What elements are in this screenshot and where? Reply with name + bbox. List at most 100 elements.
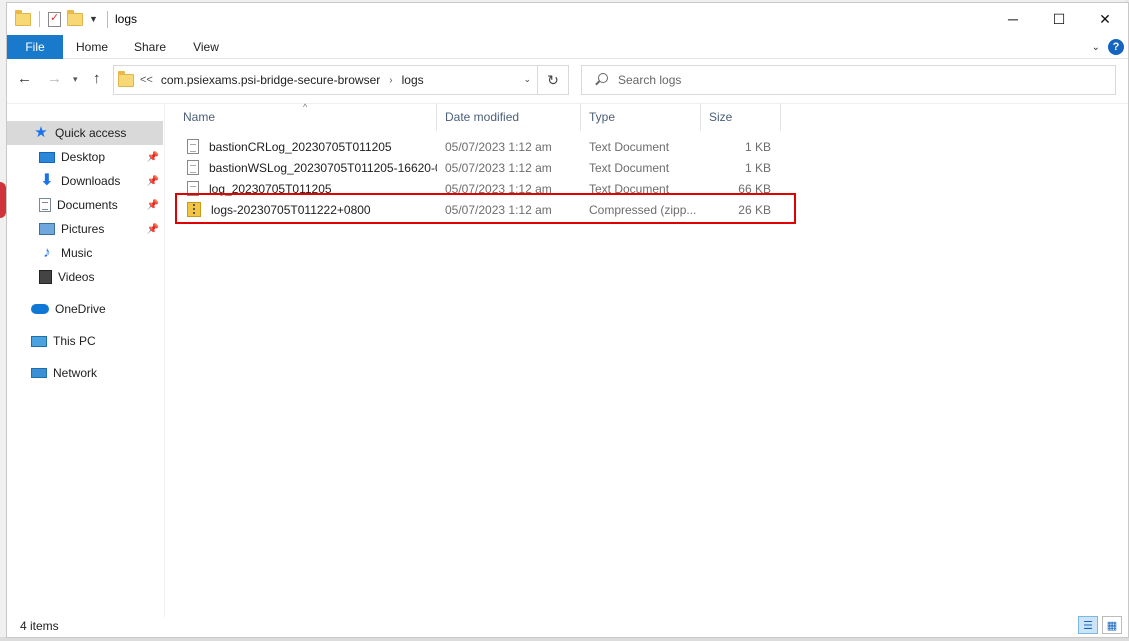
tab-file[interactable]: File — [7, 35, 63, 59]
pin-icon[interactable]: 📌 — [147, 224, 159, 235]
file-list: ^ Name Date modified Type Size bastionCR… — [175, 102, 1125, 613]
pin-icon[interactable]: 📌 — [147, 200, 159, 211]
sidebar-item-desktop[interactable]: Desktop 📌 — [7, 145, 163, 169]
sidebar-item-label: Desktop — [61, 150, 106, 164]
sidebar-item-label: Pictures — [61, 222, 105, 236]
item-count: 4 items — [20, 619, 59, 633]
file-date: 05/07/2023 1:12 am — [445, 160, 552, 175]
folder-icon — [15, 9, 31, 26]
properties-icon[interactable] — [48, 11, 61, 27]
sidebar-item-documents[interactable]: Documents 📌 — [7, 193, 163, 217]
file-name-cell: bastionWSLog_20230705T011205-16620-0 — [175, 160, 437, 175]
network-icon — [31, 368, 47, 378]
file-row[interactable]: bastionCRLog_20230705T011205 05/07/2023 … — [175, 136, 781, 157]
navigation-pane: ★ Quick access Desktop 📌 ⬇ Downloads 📌 D… — [7, 109, 165, 609]
pane-splitter[interactable] — [164, 103, 165, 617]
tab-share[interactable]: Share — [121, 35, 179, 59]
annotation-highlight-box — [175, 193, 796, 224]
address-bar[interactable]: << com.psiexams.psi-bridge-secure-browse… — [113, 65, 538, 95]
music-icon: ♪ — [43, 244, 51, 261]
new-folder-icon[interactable] — [67, 9, 83, 26]
file-date: 05/07/2023 1:12 am — [445, 139, 552, 154]
column-header-label: Name — [183, 110, 216, 124]
breadcrumb-chevron-icon[interactable]: › — [389, 75, 392, 86]
onedrive-icon — [31, 304, 49, 314]
refresh-button[interactable]: ↻ — [538, 65, 569, 95]
recent-locations-icon[interactable]: ▾ — [73, 74, 78, 85]
file-size: 1 KB — [744, 139, 771, 154]
pin-icon[interactable]: 📌 — [147, 152, 159, 163]
large-icons-view-icon[interactable]: ▦ — [1102, 616, 1122, 634]
star-icon: ★ — [34, 124, 48, 141]
file-type: Text Document — [589, 139, 670, 154]
ribbon-right-controls: ⌄ ? — [1092, 39, 1124, 55]
close-button[interactable]: ✕ — [1082, 3, 1128, 35]
sidebar-item-quick-access[interactable]: ★ Quick access — [7, 121, 163, 145]
navigation-bar: ← → ▾ ↑ << com.psiexams.psi-bridge-secur… — [7, 63, 1128, 97]
column-header-type[interactable]: Type — [581, 103, 701, 131]
file-explorer-window: ▼ logs ─ ☐ ✕ File Home Share View ⌄ ? ← … — [6, 2, 1129, 638]
sidebar-item-network[interactable]: Network — [7, 361, 163, 385]
toolbar-separator — [39, 11, 40, 27]
search-icon — [594, 73, 608, 87]
breadcrumb-item[interactable]: com.psiexams.psi-bridge-secure-browser — [161, 73, 380, 87]
tab-view[interactable]: View — [179, 35, 233, 59]
documents-icon — [39, 198, 51, 212]
breadcrumb-item[interactable]: logs — [402, 73, 424, 87]
downloads-icon: ⬇ — [40, 172, 54, 189]
pictures-icon — [39, 223, 55, 235]
ribbon-tabs: File Home Share View ⌄ ? — [7, 35, 1128, 59]
sidebar-item-label: Videos — [58, 270, 95, 284]
window-controls: ─ ☐ ✕ — [990, 3, 1128, 35]
help-icon[interactable]: ? — [1108, 39, 1124, 55]
sidebar-item-onedrive[interactable]: OneDrive — [7, 297, 163, 321]
customize-toolbar-dropdown-icon[interactable]: ▼ — [89, 14, 98, 24]
view-switcher: ☰ ▦ — [1078, 616, 1122, 634]
address-history-dropdown-icon[interactable]: ⌄ — [523, 74, 531, 85]
file-size: 1 KB — [744, 160, 771, 175]
sidebar-item-label: Downloads — [61, 174, 121, 188]
back-arrow-icon[interactable]: ← — [17, 70, 32, 87]
sidebar-item-label: Quick access — [55, 126, 127, 140]
column-header-size[interactable]: Size — [701, 103, 781, 131]
file-type: Text Document — [589, 160, 670, 175]
file-name: bastionWSLog_20230705T011205-16620-0 — [209, 160, 437, 175]
column-header-name[interactable]: ^ Name — [175, 102, 437, 131]
address-overflow[interactable]: << — [140, 74, 153, 86]
status-bar: 4 items ☰ ▦ — [7, 615, 1128, 637]
sidebar-item-pictures[interactable]: Pictures 📌 — [7, 217, 163, 241]
up-arrow-icon[interactable]: ↑ — [93, 70, 101, 87]
details-view-icon[interactable]: ☰ — [1078, 616, 1098, 634]
sidebar-item-label: Network — [53, 366, 98, 380]
text-file-icon — [187, 160, 199, 175]
minimize-button[interactable]: ─ — [990, 3, 1036, 35]
address-folder-icon — [118, 70, 134, 87]
expand-ribbon-icon[interactable]: ⌄ — [1092, 42, 1100, 53]
pin-icon[interactable]: 📌 — [147, 176, 159, 187]
sidebar-item-this-pc[interactable]: This PC — [7, 329, 163, 353]
file-name: bastionCRLog_20230705T011205 — [209, 139, 392, 154]
column-header-date-modified[interactable]: Date modified — [437, 103, 581, 131]
sidebar-item-label: Documents — [57, 198, 118, 212]
tab-home[interactable]: Home — [63, 35, 121, 59]
window-title: logs — [115, 12, 138, 26]
text-file-icon — [187, 139, 199, 154]
desktop-icon — [39, 151, 55, 163]
file-row[interactable]: bastionWSLog_20230705T011205-16620-0 05/… — [175, 157, 781, 178]
sidebar-item-label: This PC — [53, 334, 96, 348]
title-bar: ▼ logs ─ ☐ ✕ — [7, 3, 1128, 35]
this-pc-icon — [31, 335, 47, 347]
file-name-cell: bastionCRLog_20230705T011205 — [175, 139, 437, 154]
sidebar-item-label: Music — [61, 246, 93, 260]
sort-ascending-icon: ^ — [303, 102, 308, 112]
sidebar-item-label: OneDrive — [55, 302, 106, 316]
quick-access-toolbar: ▼ — [15, 9, 98, 27]
search-input[interactable]: Search logs — [581, 65, 1116, 95]
forward-arrow-icon[interactable]: → — [47, 70, 62, 87]
sidebar-item-music[interactable]: ♪ Music — [7, 241, 163, 265]
maximize-button[interactable]: ☐ — [1036, 3, 1082, 35]
search-placeholder: Search logs — [618, 73, 682, 87]
sidebar-item-videos[interactable]: Videos — [7, 265, 163, 289]
title-separator — [107, 11, 108, 28]
sidebar-item-downloads[interactable]: ⬇ Downloads 📌 — [7, 169, 163, 193]
